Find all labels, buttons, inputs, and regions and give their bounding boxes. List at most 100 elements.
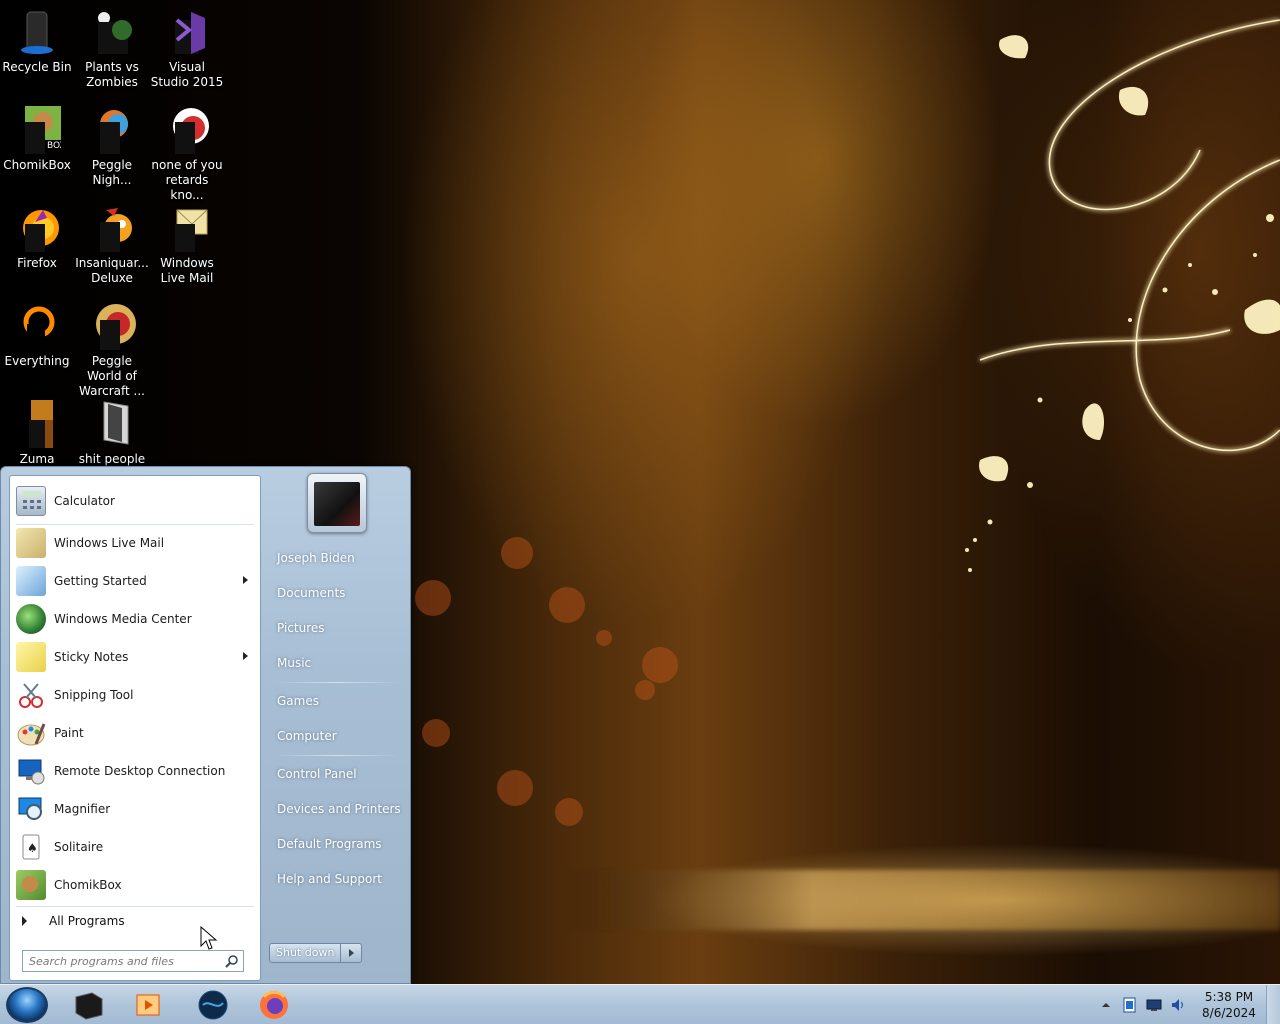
remote-desktop-icon bbox=[16, 756, 46, 786]
desktop-icon-visual-studio[interactable]: Visual Studio 2015 bbox=[150, 8, 224, 90]
submenu-arrow-icon[interactable] bbox=[243, 652, 248, 660]
media-player-icon bbox=[136, 994, 160, 1016]
program-label: Windows Live Mail bbox=[54, 536, 165, 550]
desktop-icon-chomikbox[interactable]: BOX ChomikBox bbox=[0, 106, 74, 173]
program-item-solitaire[interactable]: ♠ Solitaire bbox=[12, 828, 258, 866]
program-label: Sticky Notes bbox=[54, 650, 129, 664]
link-default-programs[interactable]: Default Programs bbox=[269, 831, 405, 857]
link-computer[interactable]: Computer bbox=[269, 723, 405, 749]
link-user-folder[interactable]: Joseph Biden bbox=[269, 545, 405, 571]
shutdown-control: Shut down bbox=[269, 943, 363, 963]
paint-icon bbox=[16, 718, 46, 748]
program-item-magnifier[interactable]: Magnifier bbox=[12, 790, 258, 828]
program-label: ChomikBox bbox=[54, 878, 122, 892]
program-label: Getting Started bbox=[54, 574, 147, 588]
plants-vs-zombies-icon bbox=[88, 8, 136, 56]
submenu-arrow-icon[interactable] bbox=[243, 576, 248, 584]
program-item-windows-live-mail[interactable]: Windows Live Mail bbox=[12, 524, 258, 562]
desktop-icon-folder[interactable]: shit people bbox=[75, 400, 149, 467]
desktop-icon-plants-vs-zombies[interactable]: Plants vs Zombies bbox=[75, 8, 149, 90]
taskbar-app-media-player[interactable] bbox=[133, 989, 165, 1021]
terminal-icon bbox=[75, 992, 103, 1020]
peggle-nights-icon bbox=[88, 106, 136, 154]
desktop-icon-label: Firefox bbox=[17, 256, 57, 270]
start-menu-links-pane: Joseph Biden Documents Pictures Music Ga… bbox=[263, 467, 411, 985]
desktop-icon-peggle-nights[interactable]: Peggle Nigh... bbox=[75, 106, 149, 188]
taskbar-clock[interactable]: 5:38 PM 8/6/2024 bbox=[1196, 989, 1262, 1021]
windows-media-center-icon bbox=[16, 604, 46, 634]
network-icon[interactable] bbox=[1146, 997, 1162, 1013]
clock-time: 5:38 PM bbox=[1204, 990, 1254, 1004]
chomikbox-icon: BOX bbox=[13, 106, 66, 154]
link-devices-and-printers[interactable]: Devices and Printers bbox=[269, 796, 405, 822]
desktop-icon-firefox[interactable]: Firefox bbox=[0, 204, 74, 271]
desktop-icon-label: Everything bbox=[4, 354, 70, 368]
all-programs-label: All Programs bbox=[49, 914, 125, 928]
program-label: Calculator bbox=[54, 494, 115, 508]
program-item-sticky-notes[interactable]: Sticky Notes bbox=[12, 638, 258, 676]
folder-icon bbox=[88, 400, 136, 448]
globe-icon bbox=[198, 990, 228, 1020]
show-desktop-button[interactable] bbox=[1266, 985, 1280, 1024]
desktop-icon-insaniquarium[interactable]: Insaniquar... Deluxe bbox=[75, 204, 149, 286]
program-label: Magnifier bbox=[54, 802, 111, 816]
separator bbox=[273, 755, 401, 756]
link-music[interactable]: Music bbox=[269, 650, 405, 676]
link-games[interactable]: Games bbox=[269, 688, 405, 714]
shutdown-options-arrow-icon[interactable] bbox=[341, 944, 361, 962]
link-pictures[interactable]: Pictures bbox=[269, 615, 405, 641]
svg-text:♠: ♠ bbox=[27, 841, 38, 855]
taskbar-app-firefox[interactable] bbox=[258, 989, 290, 1021]
firefox-icon bbox=[13, 204, 61, 252]
program-label: Solitaire bbox=[54, 840, 104, 854]
zuma-deluxe-icon bbox=[13, 400, 61, 448]
program-label: Paint bbox=[54, 726, 84, 740]
program-item-snipping-tool[interactable]: Snipping Tool bbox=[12, 676, 258, 714]
tray-app-icon[interactable] bbox=[1122, 997, 1138, 1013]
volume-icon[interactable] bbox=[1170, 997, 1186, 1013]
desktop-icon-app[interactable]: none of you retards kno... bbox=[150, 106, 224, 203]
all-programs-button[interactable]: All Programs bbox=[18, 908, 258, 934]
desktop-icon-label: Peggle World of Warcraft ... bbox=[79, 354, 145, 398]
pinned-item-calculator[interactable]: Calculator bbox=[12, 482, 258, 520]
start-menu-programs-pane: Calculator Windows Live Mail Getting Sta… bbox=[9, 475, 261, 981]
everything-search-icon bbox=[13, 302, 61, 350]
show-hidden-icons-arrow-icon[interactable] bbox=[1100, 999, 1116, 1015]
desktop-icon-everything[interactable]: Everything bbox=[0, 302, 74, 369]
program-label: Remote Desktop Connection bbox=[54, 764, 226, 778]
link-control-panel[interactable]: Control Panel bbox=[269, 761, 405, 787]
program-item-windows-media-center[interactable]: Windows Media Center bbox=[12, 600, 258, 638]
svg-text:BOX: BOX bbox=[47, 141, 61, 151]
desktop-icon-label: ChomikBox bbox=[3, 158, 71, 172]
desktop-icon-label: Windows Live Mail bbox=[160, 256, 214, 285]
desktop-icon-label: Visual Studio 2015 bbox=[150, 60, 224, 89]
program-label: Windows Media Center bbox=[54, 612, 192, 626]
calculator-icon bbox=[16, 486, 46, 516]
expand-arrow-icon bbox=[22, 916, 27, 926]
taskbar-app-globe[interactable] bbox=[197, 989, 229, 1021]
program-item-paint[interactable]: Paint bbox=[12, 714, 258, 752]
start-button[interactable] bbox=[6, 987, 48, 1023]
search-icon[interactable] bbox=[225, 954, 239, 968]
link-help-and-support[interactable]: Help and Support bbox=[269, 866, 405, 892]
desktop-icon-label: shit people bbox=[78, 452, 146, 466]
chomikbox-icon bbox=[16, 870, 46, 900]
program-item-remote-desktop[interactable]: Remote Desktop Connection bbox=[12, 752, 258, 790]
insaniquarium-icon bbox=[88, 204, 136, 252]
shutdown-button[interactable]: Shut down bbox=[270, 944, 342, 962]
program-item-chomikbox[interactable]: ChomikBox bbox=[12, 866, 258, 904]
program-item-getting-started[interactable]: Getting Started bbox=[12, 562, 258, 600]
desktop-icon-recycle-bin[interactable]: Recycle Bin bbox=[0, 8, 74, 75]
desktop-icon-label: Insaniquar... Deluxe bbox=[75, 256, 149, 285]
sticky-notes-icon bbox=[16, 642, 46, 672]
desktop-icon-label: none of you retards kno... bbox=[151, 158, 223, 202]
desktop-icon-windows-live-mail[interactable]: Windows Live Mail bbox=[150, 204, 224, 286]
taskbar-app-terminal[interactable] bbox=[72, 989, 104, 1021]
search-input[interactable] bbox=[29, 952, 219, 970]
link-documents[interactable]: Documents bbox=[269, 580, 405, 606]
user-picture-avatar[interactable] bbox=[307, 473, 367, 533]
clock-date: 8/6/2024 bbox=[1202, 1006, 1256, 1020]
search-programs-box[interactable] bbox=[22, 950, 244, 972]
desktop-icon-peggle-wow[interactable]: Peggle World of Warcraft ... bbox=[75, 302, 149, 399]
desktop-icon-label: Recycle Bin bbox=[2, 60, 72, 74]
